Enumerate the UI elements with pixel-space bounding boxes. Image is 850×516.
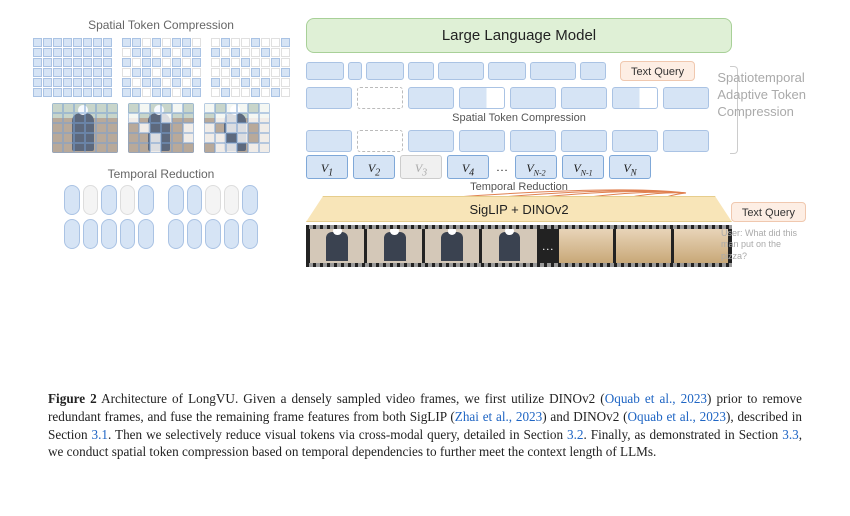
video-filmstrip: … — [306, 225, 732, 267]
right-architecture-panel: Large Language Model Text Query Spatial … — [290, 18, 802, 378]
annot-line: Adaptive Token — [717, 87, 806, 102]
spatial-compression-label: Spatial Token Compression — [306, 112, 732, 124]
token-row-lower — [306, 130, 802, 152]
temporal-reduction-title: Temporal Reduction — [48, 167, 274, 181]
video-frame-thumb — [128, 103, 194, 153]
caption-text: Architecture of LongVU. Given a densely … — [97, 391, 605, 406]
v-token-removed: V3 — [400, 155, 442, 179]
llm-block: Large Language Model — [306, 18, 732, 53]
film-frame — [310, 229, 364, 263]
text-query-chip-lower: Text Query — [731, 202, 806, 222]
token-grid-full — [33, 38, 112, 97]
temporal-reduction-label: Temporal Reduction — [306, 181, 732, 193]
figure-label: Figure 2 — [48, 391, 97, 406]
section-link[interactable]: 3.3 — [782, 427, 798, 442]
encoder-block: SigLIP + DINOv2 — [306, 196, 732, 222]
citation-link[interactable]: Oquab et al., 2023 — [628, 409, 726, 424]
film-frame — [559, 229, 613, 263]
v-token: V4 — [447, 155, 489, 179]
text-query-chip: Text Query — [620, 61, 695, 81]
frame-thumb-row — [48, 103, 274, 153]
section-link[interactable]: 3.2 — [567, 427, 583, 442]
annot-line: Compression — [717, 104, 794, 119]
film-frame — [425, 229, 479, 263]
v-token: V1 — [306, 155, 348, 179]
caption-text: . Finally, as demonstrated in Section — [584, 427, 783, 442]
v-token: V2 — [353, 155, 395, 179]
temporal-pill-row-full — [64, 219, 258, 249]
film-frame — [674, 229, 728, 263]
temporal-pill-row — [64, 185, 258, 215]
left-illustration-panel: Spatial Token Compression — [48, 18, 274, 378]
side-annotation: Spatiotemporal Adaptive Token Compressio… — [717, 70, 806, 121]
token-grid-sparse-2 — [211, 38, 290, 97]
section-link[interactable]: 3.1 — [92, 427, 108, 442]
user-query-example: User: What did this man put on the pizza… — [721, 228, 806, 262]
figure-diagram: Spatial Token Compression — [48, 18, 802, 378]
caption-text: ) and DINOv2 ( — [542, 409, 627, 424]
ellipsis: … — [540, 229, 556, 263]
ellipsis: … — [494, 155, 510, 179]
frame-token-row: V1 V2 V3 V4 … VN-2 VN-1 VN — [306, 155, 802, 179]
film-frame — [482, 229, 536, 263]
v-token: VN-1 — [562, 155, 604, 179]
token-grid-row-top — [48, 38, 274, 97]
annot-line: Spatiotemporal — [717, 70, 804, 85]
token-grid-sparse-1 — [122, 38, 201, 97]
citation-link[interactable]: Oquab et al., 2023 — [605, 391, 707, 406]
spatial-compression-title: Spatial Token Compression — [48, 18, 274, 32]
caption-text: . Then we selectively reduce visual toke… — [108, 427, 567, 442]
v-token: VN-2 — [515, 155, 557, 179]
citation-link[interactable]: Zhai et al., 2023 — [455, 409, 542, 424]
video-frame-thumb — [204, 103, 270, 153]
film-frame — [367, 229, 421, 263]
film-frame — [616, 229, 670, 263]
video-frame-thumb — [52, 103, 118, 153]
figure-caption: Figure 2 Architecture of LongVU. Given a… — [48, 390, 802, 461]
v-token: VN — [609, 155, 651, 179]
